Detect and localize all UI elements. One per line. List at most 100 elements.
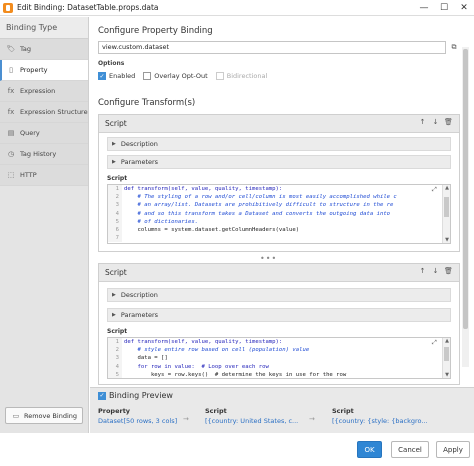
code-text: data = [] [124,355,168,362]
script-transform-1: Script ↑ ↓ 🗑 ▶ Description ▶ Parameters … [98,114,460,252]
sidebar-item-http[interactable]: ⬚ HTTP [0,165,88,186]
transform-title: Script [105,268,127,277]
enabled-checkbox[interactable]: ✓ [98,72,106,80]
line-number: 1 [108,185,122,194]
parameters-toggle[interactable]: ▶ Parameters [107,308,451,322]
expand-editor-icon[interactable]: ⤢ [432,339,440,347]
sidebar-item-label: Tag [20,45,32,53]
minimize-button[interactable]: — [414,0,434,16]
editor-scrollbar[interactable]: ▲ ▼ [442,185,450,243]
arrow-right-icon: → [183,415,189,423]
description-label: Description [120,140,158,148]
code-line: 6 columns = system.dataset.getColumnHead… [108,225,450,235]
move-down-icon[interactable]: ↓ [429,267,442,275]
sidebar-item-expression-structure[interactable]: fx Expression Structure [0,102,88,123]
line-number: 6 [108,225,122,235]
binding-type-sidebar: Binding Type 🏷 Tag ▯ Property fx Express… [0,17,89,466]
binding-preview-checkbox[interactable]: ✓ [98,391,106,400]
ok-button[interactable]: OK [357,441,382,458]
expression-structure-icon: fx [7,108,15,116]
move-down-icon[interactable]: ↓ [429,118,442,126]
script-transform-2: Script ↑ ↓ 🗑 ▶ Description ▶ Parameters … [98,263,460,385]
sidebar-item-label: HTTP [20,171,37,179]
line-number: 2 [108,346,122,355]
main-scrollbar[interactable] [462,47,469,367]
resize-handle[interactable]: ••• [260,254,277,263]
description-toggle[interactable]: ▶ Description [107,288,451,302]
window-controls: — ☐ ✕ [414,0,474,16]
preview-value-link[interactable]: [{country: United States, c... [205,417,298,425]
code-line: 2 # The styling of a row and/or cell/col… [108,193,450,202]
sidebar-item-label: Expression Structure [20,108,88,116]
title-bar: Edit Binding: DatasetTable.props.data — … [0,0,474,16]
overlay-opt-out-checkbox[interactable] [143,72,152,80]
cancel-button[interactable]: Cancel [391,441,429,458]
preview-value-link[interactable]: Dataset[50 rows, 3 cols] [98,417,177,425]
script-label: Script [107,175,128,182]
window-title: Edit Binding: DatasetTable.props.data [17,3,159,12]
close-button[interactable]: ✕ [454,0,474,16]
maximize-button[interactable]: ☐ [434,0,454,16]
delete-icon[interactable]: 🗑 [442,267,455,275]
sidebar-item-label: Property [20,66,48,74]
sidebar-item-tag-history[interactable]: ◷ Tag History [0,144,88,165]
script-editor-2[interactable]: 1 def transform(self, value, quality, tim… [107,337,451,379]
preview-label: Script [332,407,354,415]
code-text: for row in value: # Loop over each row [124,363,269,370]
editor-scrollbar[interactable]: ▲ ▼ [442,338,450,378]
transform-header: Script ↑ ↓ 🗑 [99,264,459,282]
arrow-right-icon: → [309,415,315,423]
scroll-thumb[interactable] [444,347,449,361]
property-browse-icon[interactable]: ⧉ [449,42,459,53]
main-scroll-thumb[interactable] [463,49,468,329]
scroll-down-icon[interactable]: ▼ [443,372,450,378]
line-number: 3 [108,201,122,210]
options-label: Options [98,60,125,67]
enabled-option[interactable]: ✓ Enabled [98,72,135,80]
transform-title: Script [105,119,127,128]
tag-icon: 🏷 [6,45,16,53]
scroll-up-icon[interactable]: ▲ [443,185,450,191]
code-line: 7 [108,234,450,243]
expression-icon: fx [7,87,15,95]
parameters-toggle[interactable]: ▶ Parameters [107,155,451,169]
scroll-thumb[interactable] [444,197,449,217]
binding-config-panel: Configure Property Binding view.custom.d… [90,17,464,387]
description-toggle[interactable]: ▶ Description [107,137,451,151]
move-up-icon[interactable]: ↑ [416,267,429,275]
app-icon [3,2,13,13]
expand-editor-icon[interactable]: ⤢ [432,186,440,194]
scroll-up-icon[interactable]: ▲ [443,338,450,344]
line-number: 1 [108,338,122,347]
line-number: 3 [108,354,122,363]
script-editor-1[interactable]: 1 def transform(self, value, quality, tim… [107,184,451,244]
binding-preview-panel: ✓ Binding Preview Property Dataset[50 ro… [90,387,474,433]
code-line: 1 def transform(self, value, quality, tim… [108,338,450,347]
line-number: 7 [108,234,122,243]
sidebar-item-expression[interactable]: fx Expression [0,81,88,102]
property-section-title: Configure Property Binding [98,26,213,36]
delete-icon[interactable]: 🗑 [442,118,455,126]
bidirectional-checkbox [215,72,224,80]
remove-binding-button[interactable]: ▭ Remove Binding [5,407,83,424]
chevron-right-icon: ▶ [112,141,116,147]
preview-property-column: Property Dataset[50 rows, 3 cols] [98,407,177,425]
property-path-input[interactable]: view.custom.dataset [98,41,446,54]
chevron-right-icon: ▶ [112,312,116,318]
preview-label: Script [205,407,227,415]
code-text: # The styling of a row and/or cell/colum… [124,194,397,201]
remove-binding-label: Remove Binding [23,411,77,420]
apply-button[interactable]: Apply [436,441,470,458]
code-line: 5 # of dictionaries. [108,217,450,226]
parameters-label: Parameters [120,311,159,319]
overlay-opt-out-option[interactable]: Overlay Opt-Out [143,72,208,80]
sidebar-item-query[interactable]: ▤ Query [0,123,88,144]
move-up-icon[interactable]: ↑ [416,118,429,126]
scroll-down-icon[interactable]: ▼ [443,237,450,243]
code-text: columns = system.dataset.getColumnHeader… [124,226,300,233]
sidebar-item-tag[interactable]: 🏷 Tag [0,39,88,60]
http-icon: ⬚ [7,171,15,179]
dialog-footer: OK Cancel Apply [0,433,474,466]
sidebar-item-property[interactable]: ▯ Property [0,60,88,81]
preview-value-link[interactable]: [{country: {style: {backgro... [332,417,428,425]
